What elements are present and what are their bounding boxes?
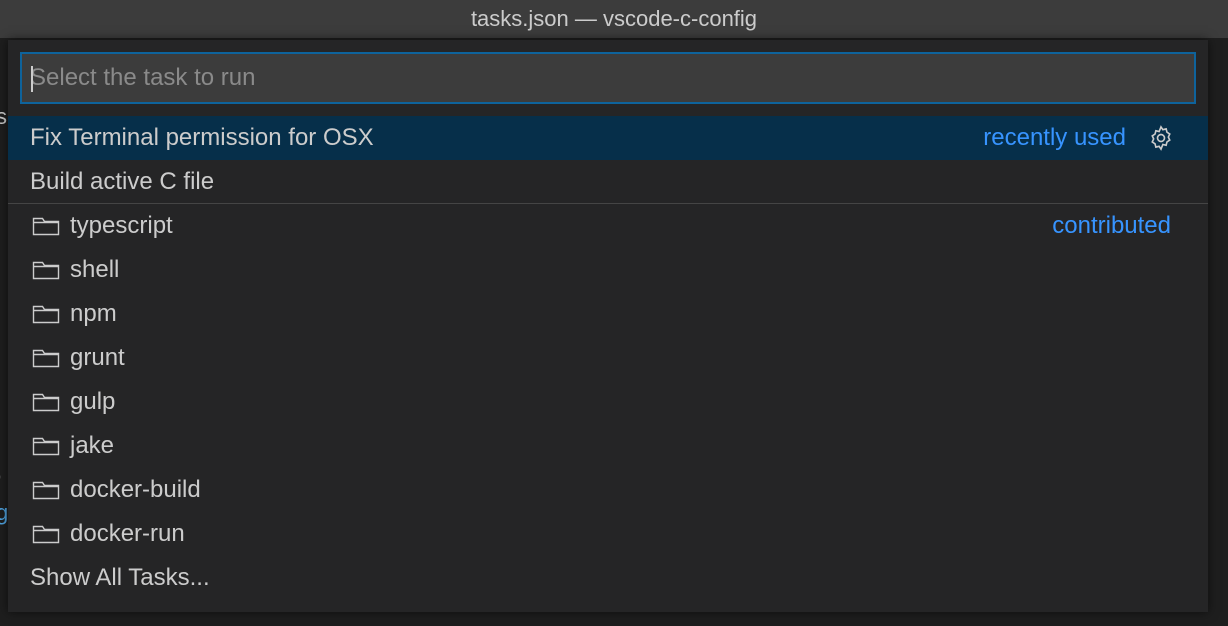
gear-icon[interactable] — [1146, 123, 1176, 153]
task-folder-label: shell — [70, 256, 120, 283]
task-folder-shell[interactable]: shell — [8, 248, 1208, 292]
folder-icon — [32, 346, 60, 370]
task-folder-npm[interactable]: npm — [8, 292, 1208, 336]
task-folder-label: docker-run — [70, 520, 185, 547]
task-folder-label: gulp — [70, 388, 116, 415]
task-folder-label: grunt — [70, 344, 125, 371]
task-folder-jake[interactable]: jake — [8, 424, 1208, 468]
folder-icon — [32, 478, 60, 502]
task-item-label: Build active C file — [30, 167, 215, 195]
task-folder-label: jake — [70, 432, 115, 459]
folder-icon — [32, 258, 60, 282]
task-folder-label: npm — [70, 300, 117, 327]
task-folder-gulp[interactable]: gulp — [8, 380, 1208, 424]
task-folder-typescript[interactable]: typescript contributed — [8, 204, 1208, 248]
task-item-label: Fix Terminal permission for OSX — [30, 124, 374, 151]
task-list: Fix Terminal permission for OSX recently… — [8, 116, 1208, 600]
folder-icon — [32, 302, 60, 326]
window-titlebar: tasks.json — vscode-c-config — [0, 0, 1228, 38]
task-item-build-active-c-file[interactable]: Build active C file — [8, 160, 1208, 204]
show-all-tasks-label: Show All Tasks... — [30, 564, 210, 591]
folder-icon — [32, 390, 60, 414]
task-search-box[interactable] — [20, 52, 1196, 104]
task-folder-label: docker-build — [70, 476, 201, 503]
task-item-fix-terminal-permission[interactable]: Fix Terminal permission for OSX recently… — [8, 116, 1208, 160]
task-folder-docker-build[interactable]: docker-build — [8, 468, 1208, 512]
task-folder-label: typescript — [70, 212, 173, 239]
window-title: tasks.json — vscode-c-config — [470, 6, 758, 31]
quick-pick-panel: Fix Terminal permission for OSX recently… — [8, 40, 1208, 612]
editor-text-fragment: g — [0, 500, 9, 525]
folder-icon — [32, 522, 60, 546]
text-caret — [31, 66, 33, 92]
folder-icon — [32, 434, 60, 458]
editor-text-fragment: , — [0, 458, 2, 484]
task-folder-grunt[interactable]: grunt — [8, 336, 1208, 380]
editor-text-fragment: s — [0, 104, 7, 129]
task-folder-docker-run[interactable]: docker-run — [8, 512, 1208, 556]
contributed-badge: contributed — [1052, 212, 1171, 239]
folder-icon — [32, 214, 60, 238]
recently-used-badge: recently used — [983, 124, 1126, 151]
task-search-input[interactable] — [22, 54, 1194, 102]
show-all-tasks-item[interactable]: Show All Tasks... — [8, 556, 1208, 600]
